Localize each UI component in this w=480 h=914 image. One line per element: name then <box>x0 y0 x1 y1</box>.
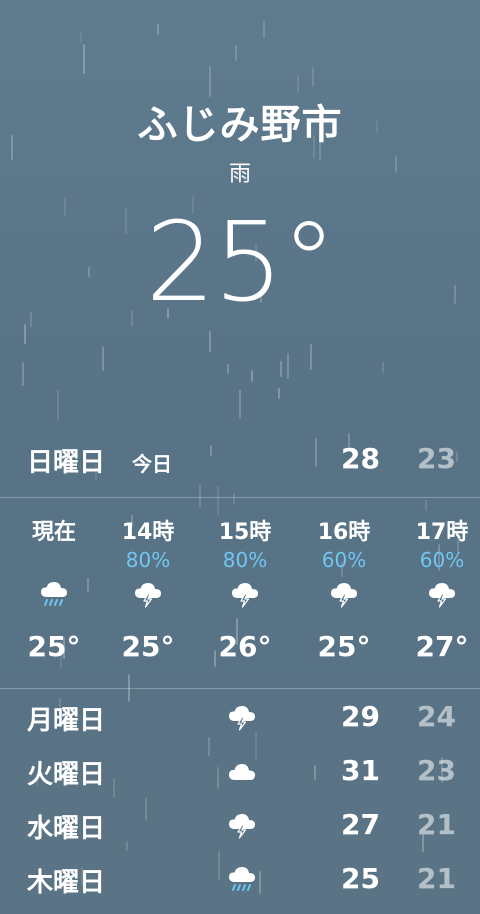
day-name: 月曜日 <box>27 706 106 736</box>
daily-row: 火曜日 31 23 <box>0 746 480 800</box>
hour-temperature: 25° <box>27 630 81 663</box>
raindrop <box>297 75 299 93</box>
day-high: 29 <box>341 700 380 733</box>
day-high: 25 <box>341 862 380 895</box>
raindrop <box>22 362 24 386</box>
raindrop <box>382 362 384 373</box>
day-high: 27 <box>341 808 380 841</box>
thunderstorm-cloud-icon <box>224 702 260 734</box>
today-high: 28 <box>341 442 380 475</box>
thunderstorm-cloud-icon <box>392 578 480 612</box>
rain-cloud-icon <box>224 864 260 896</box>
current-temperature: 25° <box>145 198 337 326</box>
hour-temperature: 27° <box>415 630 469 663</box>
daily-row: 木曜日 25 21 <box>0 854 480 908</box>
today-low: 23 <box>417 442 456 475</box>
thunderstorm-cloud-icon <box>98 578 198 612</box>
day-name: 木曜日 <box>27 868 106 898</box>
weather-condition: 雨 <box>228 162 251 187</box>
thunderstorm-cloud-icon <box>195 578 295 612</box>
thunderstorm-cloud-icon <box>224 810 260 842</box>
raindrop <box>235 45 237 61</box>
city-name: ふじみ野市 <box>137 102 343 148</box>
raindrop <box>57 390 59 421</box>
today-label: 今日 <box>132 452 172 476</box>
hour-precipitation: 80% <box>125 548 171 572</box>
raindrop <box>312 67 314 87</box>
raindrop <box>239 390 241 419</box>
day-low: 21 <box>417 808 456 841</box>
today-day: 日曜日 <box>27 448 106 478</box>
raindrop <box>263 21 265 38</box>
hour-temperature: 26° <box>218 630 272 663</box>
day-name: 水曜日 <box>27 814 106 844</box>
raindrop <box>102 346 104 371</box>
day-high: 31 <box>341 754 380 787</box>
day-name: 火曜日 <box>27 760 106 790</box>
hour-precipitation: 80% <box>222 548 268 572</box>
divider <box>0 497 480 498</box>
raindrop <box>310 344 312 370</box>
hour-label: 14時 <box>121 520 175 545</box>
raindrop <box>287 353 289 379</box>
daily-row: 月曜日 29 24 <box>0 692 480 746</box>
raindrop <box>280 361 282 377</box>
divider <box>0 688 480 689</box>
raindrop <box>278 388 280 399</box>
raindrop <box>24 324 26 344</box>
raindrop <box>227 364 229 374</box>
today-summary: 日曜日 今日 28 23 <box>0 436 480 482</box>
raindrop <box>157 24 159 35</box>
thunderstorm-cloud-icon <box>294 578 394 612</box>
hour-precipitation: 60% <box>419 548 465 572</box>
hourly-forecast[interactable]: 現在 25° 14時 80% 25° 15時 80% 26° 16時 60% 2… <box>0 500 480 686</box>
hour-label: 現在 <box>31 520 76 545</box>
hour-temperature: 25° <box>317 630 371 663</box>
hour-label: 17時 <box>415 520 469 545</box>
day-low: 23 <box>417 754 456 787</box>
raindrop <box>83 44 85 74</box>
cloud-icon <box>224 756 260 788</box>
hour-label: 15時 <box>218 520 272 545</box>
day-low: 21 <box>417 862 456 895</box>
day-low: 24 <box>417 700 456 733</box>
raindrop <box>251 370 253 382</box>
daily-row: 水曜日 27 21 <box>0 800 480 854</box>
hour-label: 16時 <box>317 520 371 545</box>
hour-precipitation: 60% <box>321 548 367 572</box>
raindrop <box>209 331 211 352</box>
raindrop <box>80 32 82 43</box>
hour-temperature: 25° <box>121 630 175 663</box>
rain-cloud-icon <box>4 578 104 612</box>
